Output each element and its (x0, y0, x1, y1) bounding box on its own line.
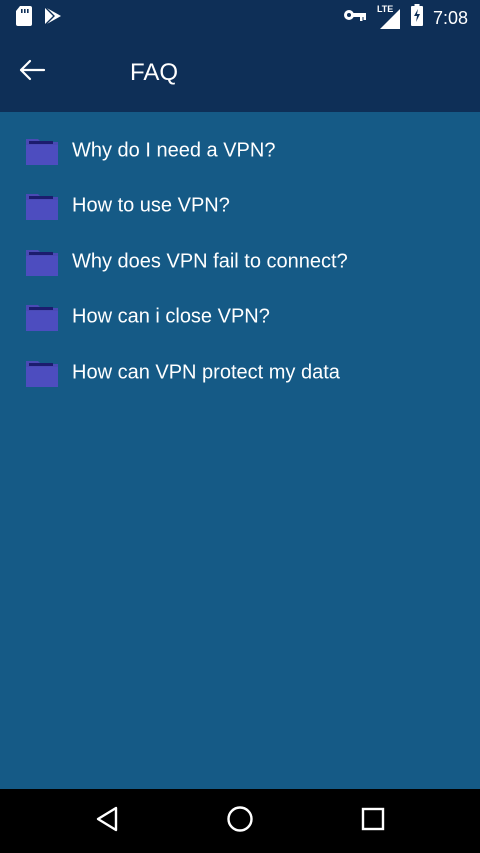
faq-content: Why do I need a VPN? How to use VPN? Why… (0, 112, 480, 789)
status-time: 7:08 (432, 7, 468, 28)
lte-signal-icon: LTE (377, 4, 401, 30)
faq-item-close-vpn[interactable]: How can i close VPN? (0, 290, 480, 346)
folder-icon (26, 192, 58, 221)
play-store-icon (44, 6, 62, 31)
faq-item-how-to-use[interactable]: How to use VPN? (0, 179, 480, 235)
app-bar: FAQ (0, 32, 480, 112)
back-button[interactable] (14, 56, 50, 88)
sd-card-icon (16, 6, 32, 31)
nav-recents-button[interactable] (355, 803, 391, 839)
faq-item-fail-to-connect[interactable]: Why does VPN fail to connect? (0, 234, 480, 290)
vpn-key-icon (343, 8, 367, 27)
folder-icon (26, 303, 58, 332)
faq-item-why-need-vpn[interactable]: Why do I need a VPN? (0, 123, 480, 179)
nav-back-icon (94, 806, 120, 837)
folder-icon (26, 248, 58, 276)
faq-item-label: Why does VPN fail to connect? (72, 250, 348, 273)
faq-item-label: How can VPN protect my data (72, 361, 340, 384)
faq-item-label: How can i close VPN? (72, 305, 270, 328)
status-left-icons (16, 6, 62, 31)
faq-item-label: Why do I need a VPN? (72, 139, 276, 162)
status-bar: LTE 7:08 (0, 0, 480, 32)
system-nav-bar (0, 789, 480, 853)
folder-icon (26, 137, 58, 165)
nav-recents-icon (361, 807, 385, 836)
faq-list: Why do I need a VPN? How to use VPN? Why… (0, 112, 480, 401)
faq-item-label: How to use VPN? (72, 194, 230, 217)
arrow-left-icon (18, 59, 46, 86)
battery-charging-icon (410, 4, 423, 31)
nav-home-icon (226, 805, 254, 838)
faq-item-protect-data[interactable]: How can VPN protect my data (0, 345, 480, 401)
page-title: FAQ (130, 59, 179, 86)
folder-icon (26, 359, 58, 387)
nav-home-button[interactable] (222, 803, 258, 839)
status-right-icons: LTE 7:08 (343, 4, 468, 31)
nav-back-button[interactable] (89, 803, 125, 839)
